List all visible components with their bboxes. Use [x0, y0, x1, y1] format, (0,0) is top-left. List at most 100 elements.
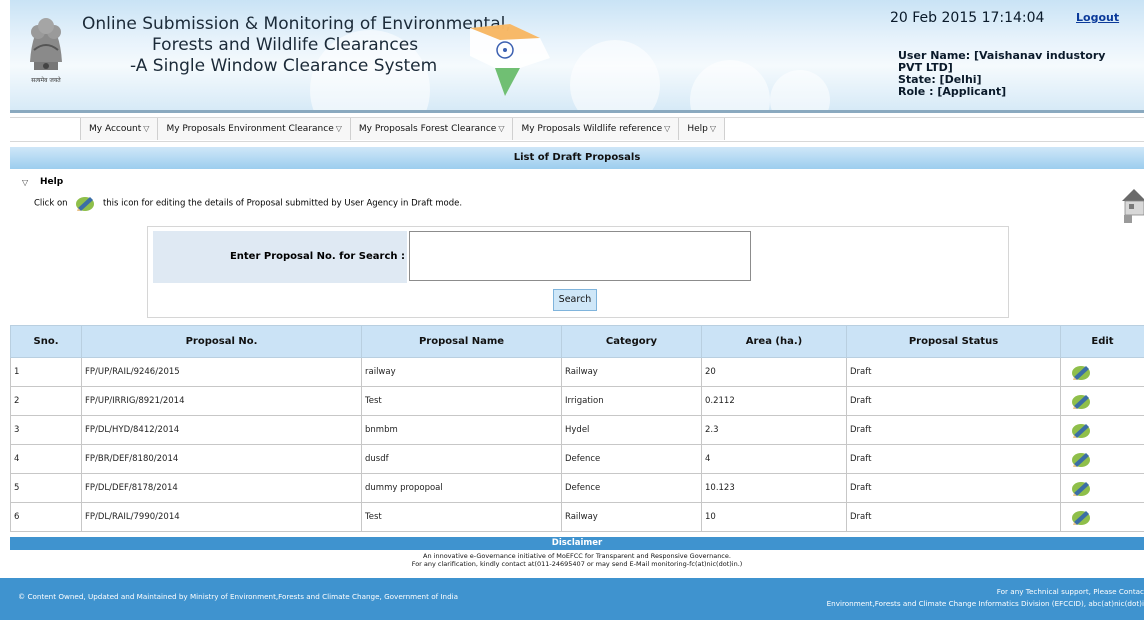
- cell-status: Draft: [846, 502, 1061, 532]
- disclaimer-line-2: For any clarification, kindly contact at…: [411, 560, 743, 568]
- cell-proposal-name: dusdf: [361, 444, 562, 474]
- cell-area: 2.3: [701, 415, 847, 445]
- table-row: 6 FP/DL/RAIL/7990/2014 Test Railway 10 D…: [10, 502, 1144, 532]
- user-role: Role : [Applicant]: [898, 85, 1007, 98]
- proposal-search-input[interactable]: [409, 231, 751, 281]
- cell-proposal-no: FP/DL/DEF/8178/2014: [81, 473, 362, 503]
- table-row: 5 FP/DL/DEF/8178/2014 dummy propopoal De…: [10, 473, 1144, 503]
- logout-link[interactable]: Logout: [1076, 11, 1119, 24]
- chevron-down-icon: ▽: [498, 124, 505, 133]
- chevron-down-icon: ▽: [664, 124, 671, 133]
- footer-support-line-1: For any Technical support, Please Contac: [996, 587, 1144, 596]
- menu-forest-clearance[interactable]: My Proposals Forest Clearance ▽: [350, 118, 514, 140]
- cell-area: 20: [701, 357, 847, 387]
- table-header-row: Sno. Proposal No. Proposal Name Category…: [10, 325, 1144, 358]
- page-title: List of Draft Proposals: [10, 147, 1144, 169]
- user-panel: 20 Feb 2015 17:14:04 Logout User Name: […: [890, 0, 1144, 110]
- cell-proposal-no: FP/DL/RAIL/7990/2014: [81, 502, 362, 532]
- disclaimer-line-1: An innovative e-Governance initiative of…: [423, 552, 731, 560]
- cell-proposal-no: FP/BR/DEF/8180/2014: [81, 444, 362, 474]
- header-sno: Sno.: [10, 325, 82, 358]
- edit-pencil-icon[interactable]: [1070, 479, 1092, 497]
- user-info: User Name: [Vaishanav industory PVT LTD]…: [898, 50, 1105, 98]
- help-title: Help: [40, 177, 64, 187]
- cell-area: 0.2112: [701, 386, 847, 416]
- national-emblem-icon: सत्यमेव जयते: [30, 18, 62, 84]
- cell-sno: 5: [10, 473, 82, 503]
- header-decoration: [690, 60, 770, 110]
- footer-support: For any Technical support, Please Contac…: [827, 586, 1144, 610]
- cell-proposal-no: FP/UP/IRRIG/8921/2014: [81, 386, 362, 416]
- cell-proposal-name: Test: [361, 502, 562, 532]
- cell-proposal-no: FP/DL/HYD/8412/2014: [81, 415, 362, 445]
- table-row: 2 FP/UP/IRRIG/8921/2014 Test Irrigation …: [10, 386, 1144, 416]
- cell-status: Draft: [846, 357, 1061, 387]
- menu-label: My Proposals Forest Clearance: [358, 124, 497, 134]
- cell-status: Draft: [846, 386, 1061, 416]
- menu-environment-clearance[interactable]: My Proposals Environment Clearance ▽: [158, 118, 351, 140]
- cell-proposal-name: dummy propopoal: [361, 473, 562, 503]
- header-status: Proposal Status: [846, 325, 1061, 358]
- menu-label: Help: [687, 124, 708, 134]
- header-decoration: [570, 40, 660, 110]
- disclaimer-title: Disclaimer: [10, 537, 1144, 550]
- cell-proposal-no: FP/UP/RAIL/9246/2015: [81, 357, 362, 387]
- cell-area: 10.123: [701, 473, 847, 503]
- cell-sno: 1: [10, 357, 82, 387]
- menu-label: My Proposals Environment Clearance: [166, 124, 334, 134]
- cell-status: Draft: [846, 415, 1061, 445]
- india-map-flag-icon: [470, 24, 550, 96]
- collapse-toggle-icon[interactable]: ▽: [22, 178, 28, 187]
- footer-copyright: © Content Owned, Updated and Maintained …: [18, 592, 459, 601]
- cell-area: 10: [701, 502, 847, 532]
- header-area: Area (ha.): [701, 325, 847, 358]
- disclaimer-text: An innovative e-Governance initiative of…: [10, 552, 1144, 568]
- proposals-table: Sno. Proposal No. Proposal Name Category…: [10, 325, 1144, 532]
- search-label: Enter Proposal No. for Search :: [153, 231, 407, 283]
- menu-label: My Account: [89, 124, 142, 134]
- cell-category: Defence: [561, 473, 702, 503]
- chevron-down-icon: ▽: [335, 124, 342, 133]
- site-header: सत्यमेव जयते Online Submission & Monitor…: [10, 0, 1144, 113]
- search-panel: Enter Proposal No. for Search : Search: [147, 226, 1009, 318]
- menu-label: My Proposals Wildlife reference: [521, 124, 663, 134]
- edit-pencil-icon[interactable]: [1070, 508, 1092, 526]
- cell-category: Railway: [561, 502, 702, 532]
- menu-my-account[interactable]: My Account ▽: [80, 118, 159, 140]
- menu-wildlife-reference[interactable]: My Proposals Wildlife reference ▽: [513, 118, 680, 140]
- table-row: 3 FP/DL/HYD/8412/2014 bnmbm Hydel 2.3 Dr…: [10, 415, 1144, 445]
- cell-status: Draft: [846, 473, 1061, 503]
- search-button[interactable]: Search: [553, 289, 597, 311]
- menu-help[interactable]: Help ▽: [679, 118, 725, 140]
- home-icon[interactable]: [1120, 185, 1144, 223]
- main-menu-bar: My Account ▽ My Proposals Environment Cle…: [10, 117, 1144, 142]
- cell-edit: [1060, 502, 1144, 532]
- chevron-down-icon: ▽: [143, 124, 150, 133]
- edit-pencil-icon[interactable]: [1070, 450, 1092, 468]
- cell-edit: [1060, 386, 1144, 416]
- table-row: 1 FP/UP/RAIL/9246/2015 railway Railway 2…: [10, 357, 1144, 387]
- cell-proposal-name: railway: [361, 357, 562, 387]
- header-decoration: [770, 70, 830, 110]
- cell-category: Hydel: [561, 415, 702, 445]
- edit-pencil-icon[interactable]: [1070, 421, 1092, 439]
- cell-category: Railway: [561, 357, 702, 387]
- cell-edit: [1060, 444, 1144, 474]
- table-body: 1 FP/UP/RAIL/9246/2015 railway Railway 2…: [10, 357, 1144, 532]
- cell-category: Defence: [561, 444, 702, 474]
- cell-sno: 3: [10, 415, 82, 445]
- edit-pencil-icon[interactable]: [1070, 392, 1092, 410]
- header-edit: Edit: [1060, 325, 1144, 358]
- main-menu: My Account ▽ My Proposals Environment Cle…: [80, 118, 725, 141]
- cell-edit: [1060, 473, 1144, 503]
- header-proposal-name: Proposal Name: [361, 325, 562, 358]
- help-text-before: Click on: [34, 198, 68, 209]
- cell-category: Irrigation: [561, 386, 702, 416]
- chevron-down-icon: ▽: [709, 124, 716, 133]
- help-text-after: this icon for editing the details of Pro…: [102, 198, 463, 209]
- footer-support-line-2: Environment,Forests and Climate Change I…: [826, 599, 1144, 608]
- emblem-caption: सत्यमेव जयते: [31, 76, 61, 84]
- site-footer: © Content Owned, Updated and Maintained …: [0, 578, 1144, 620]
- cell-area: 4: [701, 444, 847, 474]
- edit-pencil-icon[interactable]: [1070, 363, 1092, 381]
